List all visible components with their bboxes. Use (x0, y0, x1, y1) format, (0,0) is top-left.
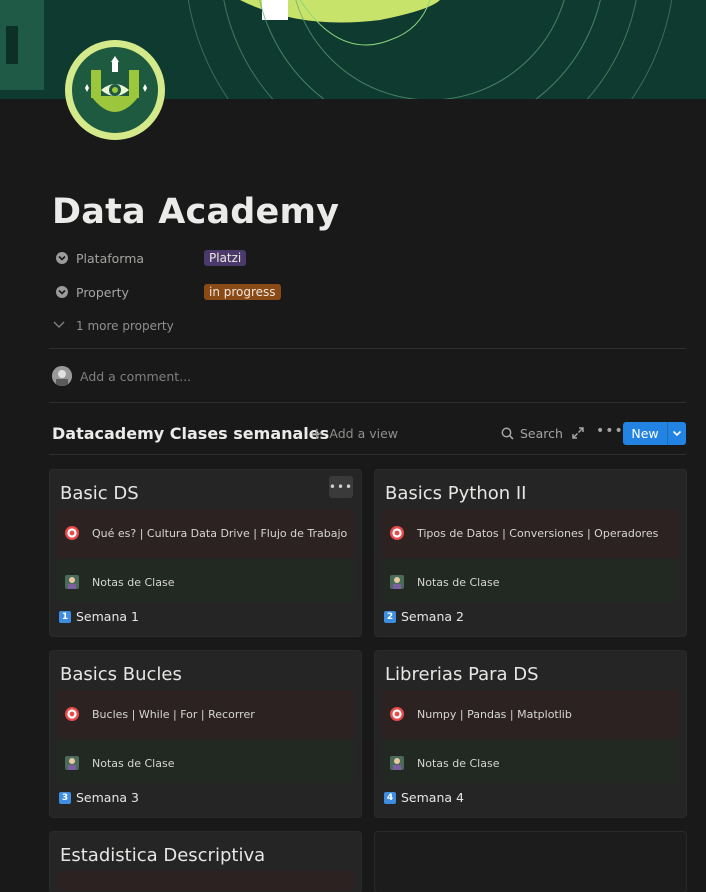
card-topic-text: Tipos de Datos | Conversiones | Operador… (417, 526, 659, 540)
divider (49, 348, 686, 349)
property-name: Plataforma (76, 250, 145, 266)
card-week: 4 Semana 4 (384, 790, 464, 805)
more-options-icon[interactable]: ••• (596, 423, 624, 439)
gallery-card[interactable]: Librerias Para DS Numpy | Pandas | Matpl… (375, 651, 686, 817)
card-notes: Notas de Clase (64, 755, 174, 771)
card-title: Estadistica Descriptiva (60, 845, 266, 866)
card-topic-block (57, 871, 354, 891)
new-button-label: New (631, 426, 659, 441)
card-title: Basics Python II (385, 483, 527, 504)
card-week: 1 Semana 1 (59, 609, 139, 624)
add-view-button[interactable]: + Add a view (310, 423, 398, 443)
chevron-down-icon (52, 319, 66, 333)
property-tag-status[interactable]: in progress (204, 284, 281, 300)
database-title[interactable]: Datacademy Clases semanales (52, 424, 329, 443)
target-icon (64, 525, 80, 541)
number-badge-icon: 1 (59, 610, 71, 623)
new-button[interactable]: New (623, 422, 686, 445)
property-name: Property (76, 284, 129, 300)
expand-icon[interactable] (571, 426, 585, 440)
card-menu-button[interactable]: ••• (329, 476, 353, 498)
property-tag-plataforma[interactable]: Platzi (204, 250, 247, 266)
card-topic-text: Bucles | While | For | Recorrer (92, 707, 255, 721)
divider (49, 402, 686, 403)
more-properties-label: 1 more property (76, 319, 174, 333)
card-topic-text: Qué es? | Cultura Data Drive | Flujo de … (92, 526, 348, 540)
card-week-text: Semana 3 (76, 790, 139, 805)
target-icon (64, 706, 80, 722)
number-badge-icon: 4 (384, 791, 396, 804)
card-topic: Tipos de Datos | Conversiones | Operador… (389, 525, 658, 541)
card-week-text: Semana 1 (76, 609, 139, 624)
person-icon (389, 755, 405, 771)
card-topic: Bucles | While | For | Recorrer (64, 706, 255, 722)
card-week: 2 Semana 2 (384, 609, 464, 624)
property-row-status[interactable]: Property in progress (52, 280, 281, 304)
card-topic: Qué es? | Cultura Data Drive | Flujo de … (64, 525, 347, 541)
card-title: Basics Bucles (60, 664, 182, 685)
property-row-plataforma[interactable]: Plataforma Platzi (52, 246, 247, 270)
person-icon (389, 574, 405, 590)
add-view-label: Add a view (329, 426, 398, 441)
add-comment[interactable]: Add a comment... (52, 366, 191, 386)
search-icon (501, 427, 514, 440)
avatar (52, 366, 72, 386)
target-icon (389, 525, 405, 541)
card-notes-text: Notas de Clase (417, 575, 500, 589)
card-notes: Notas de Clase (389, 755, 499, 771)
select-property-icon (54, 284, 70, 300)
gallery-card[interactable]: Estadistica Descriptiva (50, 832, 361, 892)
gallery-card[interactable]: Basic DS ••• Qué es? | Cultura Data Driv… (50, 470, 361, 636)
chevron-down-icon[interactable] (668, 422, 686, 445)
card-title: Librerias Para DS (385, 664, 539, 685)
card-week-text: Semana 2 (401, 609, 464, 624)
card-topic: Numpy | Pandas | Matplotlib (389, 706, 572, 722)
page-logo-icon[interactable] (63, 38, 167, 142)
plus-icon: + (310, 423, 324, 443)
number-badge-icon: 3 (59, 791, 71, 804)
number-badge-icon: 2 (384, 610, 396, 623)
search-label: Search (520, 426, 563, 441)
more-properties-toggle[interactable]: 1 more property (52, 316, 174, 336)
card-notes: Notas de Clase (389, 574, 499, 590)
gallery-card[interactable] (375, 832, 686, 892)
card-notes-text: Notas de Clase (92, 575, 175, 589)
gallery-card[interactable]: Basics Python II Tipos de Datos | Conver… (375, 470, 686, 636)
select-property-icon (54, 250, 70, 266)
card-notes-text: Notas de Clase (417, 756, 500, 770)
person-icon (64, 574, 80, 590)
divider (49, 454, 686, 455)
add-comment-placeholder: Add a comment... (80, 368, 192, 384)
search-button[interactable]: Search (501, 426, 563, 441)
target-icon (389, 706, 405, 722)
card-title: Basic DS (60, 483, 139, 504)
card-topic-text: Numpy | Pandas | Matplotlib (417, 707, 572, 721)
card-notes-text: Notas de Clase (92, 756, 175, 770)
database-header: Datacademy Clases semanales + Add a view… (52, 422, 686, 446)
gallery-card[interactable]: Basics Bucles Bucles | While | For | Rec… (50, 651, 361, 817)
person-icon (64, 755, 80, 771)
card-week-text: Semana 4 (401, 790, 464, 805)
card-notes: Notas de Clase (64, 574, 174, 590)
card-week: 3 Semana 3 (59, 790, 139, 805)
page-title[interactable]: Data Academy (52, 190, 339, 234)
